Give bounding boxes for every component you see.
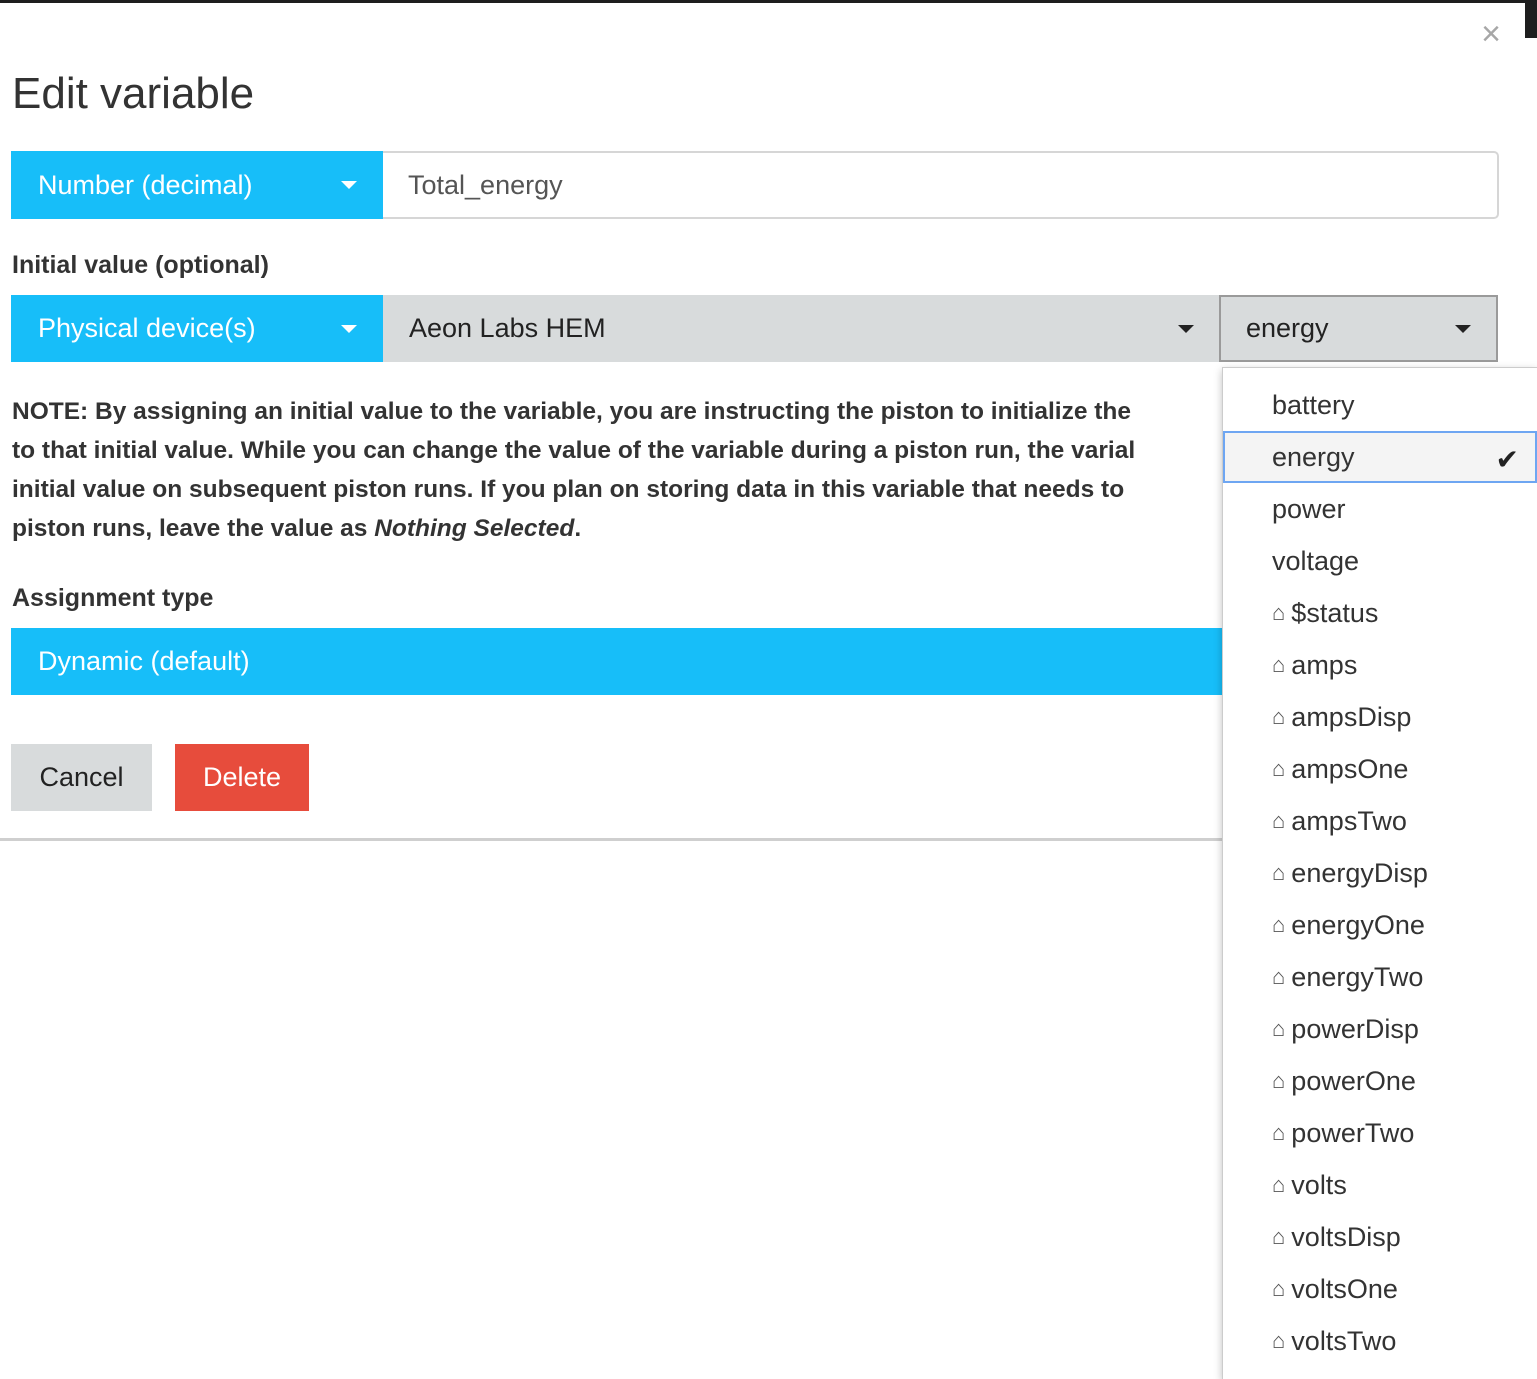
variable-name-input[interactable]: Total_energy <box>383 151 1499 219</box>
home-icon: ⌂ <box>1272 912 1286 937</box>
dropdown-option[interactable]: ⌂ powerDisp <box>1223 1003 1537 1055</box>
dropdown-option-label: ampsDisp <box>1291 701 1412 732</box>
cancel-button[interactable]: Cancel <box>11 744 152 811</box>
dropdown-option-label: energy <box>1272 441 1355 472</box>
home-icon: ⌂ <box>1272 860 1286 885</box>
dropdown-option-label: volts <box>1291 1169 1347 1200</box>
dropdown-option-label: powerOne <box>1291 1065 1416 1096</box>
note-line-4: piston runs, leave the value as <box>12 515 375 542</box>
assignment-type-select[interactable]: Dynamic (default) <box>11 628 1222 695</box>
dropdown-option-label: energyDisp <box>1291 857 1428 888</box>
dropdown-option[interactable]: ⌂ voltsDisp <box>1223 1211 1537 1263</box>
home-icon: ⌂ <box>1272 1068 1286 1093</box>
dropdown-option-label: battery <box>1272 389 1355 420</box>
dropdown-option-label: voltsTwo <box>1291 1325 1397 1356</box>
dropdown-option-label: $status <box>1291 597 1379 628</box>
dropdown-option-label: powerDisp <box>1291 1013 1419 1044</box>
note-emphasis: Nothing Selected <box>374 515 575 542</box>
dropdown-option[interactable]: ⌂ powerOne <box>1223 1055 1537 1107</box>
attribute-dropdown-menu[interactable]: battery energy ✔ power voltage ⌂ $status ⌂ amps ⌂… <box>1222 367 1537 1379</box>
note-line-1: By assigning an initial value to the var… <box>95 398 1132 425</box>
dropdown-option[interactable]: ⌂ amps <box>1223 639 1537 691</box>
dropdown-option[interactable]: ⌂ energyDisp <box>1223 847 1537 899</box>
home-icon: ⌂ <box>1272 1016 1286 1041</box>
dropdown-option[interactable]: power <box>1223 483 1537 535</box>
note-line-4-end: . <box>574 515 582 542</box>
dropdown-option[interactable]: ⌂ powerTwo <box>1223 1107 1537 1159</box>
assignment-type-label: Assignment type <box>12 584 214 612</box>
dropdown-option[interactable]: ⌂ energyTwo <box>1223 951 1537 1003</box>
delete-button[interactable]: Delete <box>175 744 309 811</box>
dropdown-option-label: voltsDisp <box>1291 1221 1401 1252</box>
home-icon: ⌂ <box>1272 652 1286 677</box>
initial-value-source-label: Physical device(s) <box>38 313 256 343</box>
home-icon: ⌂ <box>1272 964 1286 989</box>
home-icon: ⌂ <box>1272 808 1286 833</box>
dropdown-option-label: ampsTwo <box>1291 805 1407 836</box>
home-icon: ⌂ <box>1272 1328 1286 1353</box>
dropdown-option-label: ampsOne <box>1291 753 1409 784</box>
dropdown-option-label: power <box>1272 493 1346 524</box>
home-icon: ⌂ <box>1272 1172 1286 1197</box>
note-line-3: initial value on subsequent piston runs.… <box>12 476 1125 503</box>
device-select[interactable]: Aeon Labs HEM <box>383 295 1219 362</box>
chevron-down-icon <box>1455 325 1471 333</box>
device-label: Aeon Labs HEM <box>409 313 606 343</box>
chevron-down-icon <box>1178 325 1194 333</box>
variable-type-label: Number (decimal) <box>38 169 253 200</box>
dropdown-option-label: amps <box>1291 649 1358 680</box>
backdrop-edge <box>1525 0 1537 38</box>
home-icon: ⌂ <box>1272 1224 1286 1249</box>
initial-value-label: Initial value (optional) <box>12 251 269 279</box>
close-icon[interactable]: × <box>1474 17 1508 51</box>
dropdown-option-label: energyOne <box>1291 909 1425 940</box>
dropdown-option[interactable]: ⌂ voltsOne <box>1223 1263 1537 1315</box>
dropdown-option[interactable]: voltage <box>1223 535 1537 587</box>
dropdown-option[interactable]: ⌂ energyOne <box>1223 899 1537 951</box>
checkmark-icon: ✔ <box>1495 444 1519 475</box>
attribute-label: energy <box>1246 313 1329 343</box>
dropdown-option[interactable]: ⌂ $status <box>1223 587 1537 639</box>
note-line-2: to that initial value. While you can cha… <box>12 437 1136 464</box>
home-icon: ⌂ <box>1272 1120 1286 1145</box>
chevron-down-icon <box>341 325 357 333</box>
note-text: NOTE: By assigning an initial value to t… <box>12 392 1221 552</box>
dropdown-option-label: voltage <box>1272 545 1360 576</box>
home-icon: ⌂ <box>1272 704 1286 729</box>
assignment-type-value: Dynamic (default) <box>38 646 250 676</box>
variable-name-value: Total_energy <box>408 169 563 200</box>
dropdown-option[interactable]: ⌂ ampsTwo <box>1223 795 1537 847</box>
dropdown-option[interactable]: ⌂ voltsTwo <box>1223 1315 1537 1367</box>
note-prefix: NOTE: <box>12 398 89 425</box>
dropdown-option[interactable]: ⌂ volts <box>1223 1159 1537 1211</box>
attribute-select[interactable]: energy <box>1219 295 1498 362</box>
modal-title: Edit variable <box>12 69 255 118</box>
dropdown-option-label: powerTwo <box>1291 1117 1415 1148</box>
dropdown-option-label: energyTwo <box>1291 961 1424 992</box>
home-icon: ⌂ <box>1272 600 1286 625</box>
initial-value-source-select[interactable]: Physical device(s) <box>11 295 383 362</box>
dropdown-option[interactable]: ⌂ ampsOne <box>1223 743 1537 795</box>
dropdown-option[interactable]: battery <box>1223 379 1537 431</box>
home-icon: ⌂ <box>1272 756 1286 781</box>
dropdown-option-label: voltsOne <box>1291 1273 1398 1304</box>
chevron-down-icon <box>341 181 357 189</box>
modal-bottom-border <box>0 838 1222 841</box>
home-icon: ⌂ <box>1272 1276 1286 1301</box>
dropdown-option[interactable]: energy ✔ <box>1223 431 1537 483</box>
variable-type-select[interactable]: Number (decimal) <box>11 151 383 219</box>
dropdown-option[interactable]: ⌂ ampsDisp <box>1223 691 1537 743</box>
